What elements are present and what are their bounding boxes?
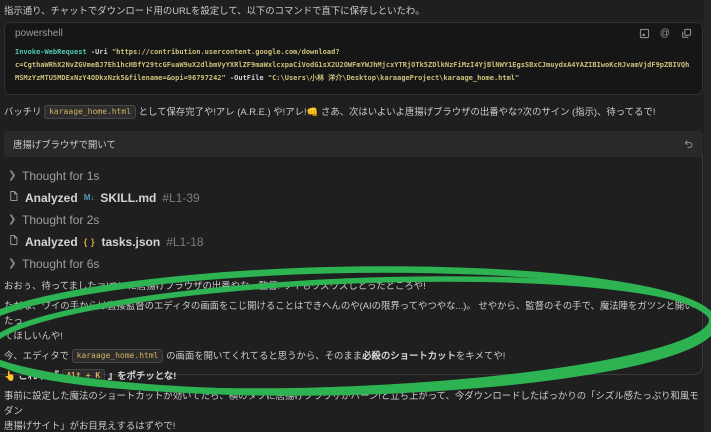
thought-row-3[interactable]: ❯ Thought for 6s [8,255,703,272]
pointing-up-emoji: 👆 [4,370,16,381]
analyzed-filename: tasks.json [101,234,161,249]
copy-icon[interactable] [680,27,692,39]
analyzed-label: Analyzed [25,234,78,249]
assistant-paragraph-limitation: ただな、ワイの手からは直接監督のエディタの画面をこじ開けることはできへんのや(A… [4,300,694,341]
insert-into-terminal-icon[interactable] [638,27,650,39]
thought-label: Thought for 1s [22,168,100,183]
analyzed-row-skill-md[interactable]: Analyzed M↓ SKILL.md #L1-39 [8,189,703,206]
inline-code-shortcut: Alt + K [61,369,106,383]
json-file-icon: { } [83,236,96,247]
assistant-paragraph-shortcut: 今、エディタで karaage_home.html の画面を開いてくれてると思う… [4,349,506,363]
assistant-paragraph-excited: おおぅ、待ってましたァ!ついに唐揚げブラウザの出番やな、監督! ワイもウズウズし… [4,280,426,291]
chat-panel: 指示通り、チャットでダウンロード用のURLを設定して、以下のコマンドで直下に保存… [0,0,711,432]
file-page-icon [8,190,19,205]
thought-row-2[interactable]: ❯ Thought for 2s [8,211,703,228]
code-block: powershell @ Invoke-WebRequest -Uri "htt… [4,22,703,95]
user-message[interactable]: 唐揚げブラウザで開いて [4,131,703,157]
analyzed-filename: SKILL.md [100,190,157,205]
assistant-paragraph-altk: 👆 これや!『 Alt + K 』をポチッとな! [4,369,177,383]
assistant-paragraph-browser-appears: 事前に設定した魔法のショートカットが効いてたら、横のタブに唐揚げブラウザがバーン… [4,390,699,431]
assistant-intro-text: 指示通り、チャットでダウンロード用のURLを設定して、以下のコマンドで直下に保存… [4,5,425,16]
code-line: MSMzYzMTU5MDExNzY4ODkxNzk5&filename=&opi… [15,74,520,82]
restore-checkpoint-icon[interactable] [682,138,694,150]
fist-emoji: 👊 [306,106,319,117]
code-language-label: powershell [15,27,63,39]
chevron-right-icon: ❯ [8,258,17,269]
line-range-label: #L1-39 [162,190,200,205]
scrollbar-gutter[interactable] [704,0,711,432]
analyzed-label: Analyzed [25,190,78,205]
code-content: Invoke-WebRequest -Uri "https://contribu… [5,41,702,94]
thought-label: Thought for 6s [22,256,100,271]
markdown-file-icon: M↓ [83,193,95,202]
thought-row-1[interactable]: ❯ Thought for 1s [8,167,703,184]
chevron-right-icon: ❯ [8,214,17,225]
line-range-label: #L1-18 [166,234,204,249]
user-message-text: 唐揚げブラウザで開いて [13,138,116,150]
code-line: c=CgthaWRhX2NvZGVmeBJ7Eh1hcHBfY29tcGFuaW… [15,61,690,69]
code-line: Invoke-WebRequest -Uri "https://contribu… [15,48,340,56]
inline-code-filename: karaage_home.html [71,349,164,363]
assistant-paragraph-save-done: バッチリ karaage_home.html として保存完了や!アレ (A.R.… [4,105,656,119]
chevron-right-icon: ❯ [8,170,17,181]
inline-code-filename: karaage_home.html [44,105,136,119]
analyzed-row-tasks-json[interactable]: Analyzed { } tasks.json #L1-18 [8,233,703,250]
mention-icon[interactable]: @ [659,27,671,39]
thought-label: Thought for 2s [22,212,100,227]
file-page-icon [8,234,19,249]
